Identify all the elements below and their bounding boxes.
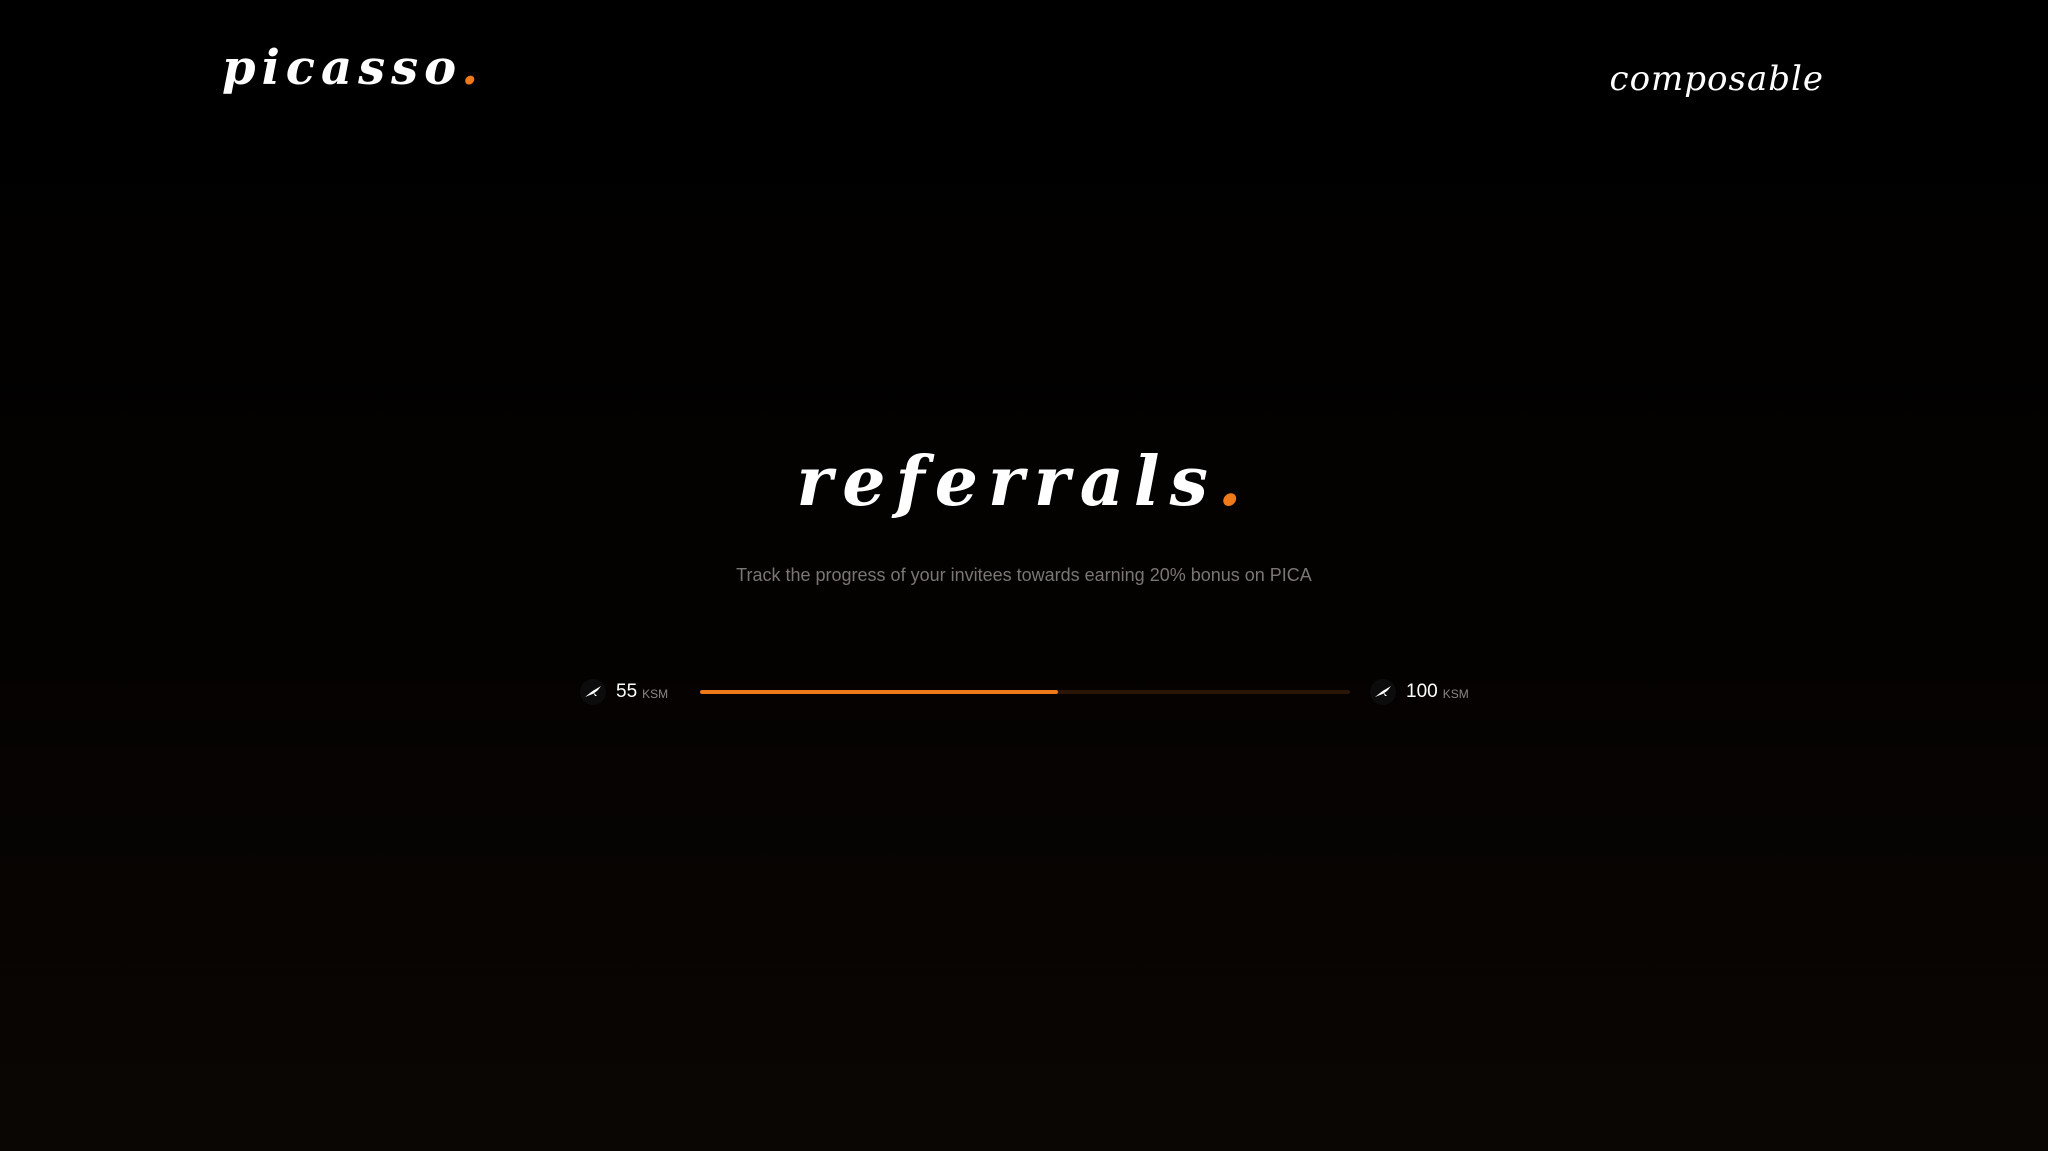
current-unit: KSM: [642, 687, 669, 701]
progress-fill: [700, 690, 1058, 694]
picasso-logo[interactable]: picasso.: [222, 44, 484, 92]
referral-progress: 55 KSM 100 KSM: [580, 677, 1470, 707]
page-title: referrals.: [0, 448, 2048, 516]
kusama-bird-icon: [1370, 679, 1396, 705]
brand-text: composable: [1609, 59, 1824, 99]
target-unit: KSM: [1442, 687, 1469, 701]
page-subtitle: Track the progress of your invitees towa…: [736, 565, 1312, 585]
logo-dot: .: [461, 40, 485, 96]
logo-text: picasso: [222, 40, 462, 96]
current-amount-group: 55 KSM: [580, 677, 668, 707]
page-title-dot: .: [1217, 442, 1252, 522]
progress-track: [700, 690, 1350, 694]
composable-brand-logo[interactable]: composable: [1610, 62, 1824, 96]
kusama-bird-icon: [580, 679, 606, 705]
page-title-text: referrals: [796, 442, 1218, 522]
current-amount: 55: [616, 681, 638, 702]
page: picasso. composable referrals. Track the…: [0, 0, 2048, 1151]
target-amount-group: 100 KSM: [1370, 677, 1469, 707]
target-amount: 100: [1406, 681, 1438, 702]
